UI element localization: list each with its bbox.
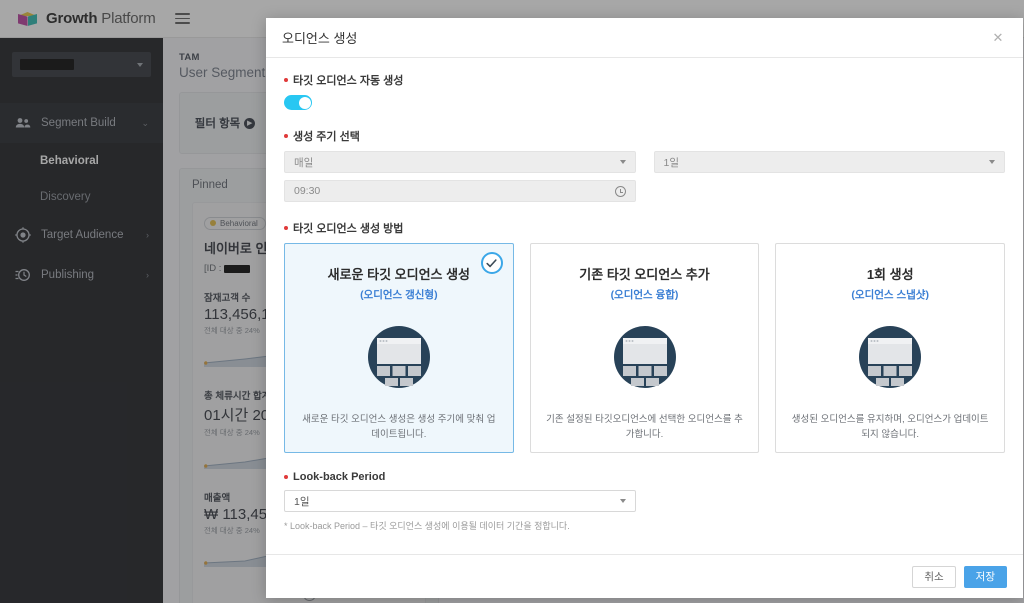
required-marker [284, 78, 288, 82]
method-card-subtitle: (오디언스 융합) [610, 289, 679, 301]
modal-footer: 취소 저장 [266, 554, 1023, 598]
method-card-description: 생성된 오디언스를 유지하며, 오디언스가 업데이트되지 않습니다. [791, 414, 989, 440]
modal-header: 오디언스 생성 ✕ [266, 18, 1023, 58]
lookback-spacer [654, 490, 1006, 532]
auto-create-label-row: 타깃 오디언스 자동 생성 [284, 72, 1005, 88]
cycle-row-1: 매일 1일 [284, 151, 1005, 173]
method-card-one-time[interactable]: 1회 생성 (오디언스 스냅샷) 생성된 오디언스를 유지하며, 오디언스가 업… [775, 243, 1006, 453]
method-label: 타깃 오디언스 생성 방법 [293, 223, 404, 235]
lookback-row: 1일 * Look-back Period – 타깃 오디언스 생성에 이용될 … [284, 490, 1005, 532]
lookback-section: Look-back Period 1일 * Look-back Period –… [284, 471, 1005, 532]
cycle-time-value: 09:30 [294, 185, 321, 197]
lookback-label-row: Look-back Period [284, 471, 1005, 483]
window-wireframe-icon [613, 326, 676, 388]
chevron-down-icon [619, 499, 626, 503]
lookback-value: 1일 [294, 495, 310, 508]
auto-create-label: 타깃 오디언스 자동 생성 [293, 75, 404, 87]
method-card-description: 기존 설정된 타깃오디언스에 선택한 오디언스를 추가합니다. [546, 414, 743, 440]
save-button[interactable]: 저장 [963, 565, 1007, 588]
method-section: 타깃 오디언스 생성 방법 새로운 타깃 오디언스 생성 (오디언스 갱신형) [284, 220, 1006, 453]
method-card-title: 새로운 타깃 오디언스 생성 [327, 267, 471, 282]
cycle-period-col: 매일 [284, 151, 636, 173]
chevron-down-icon [989, 160, 995, 164]
method-card-new-audience[interactable]: 새로운 타깃 오디언스 생성 (오디언스 갱신형) 새로운 타깃 오디언스 생성… [284, 243, 514, 453]
method-card-subtitle: (오디언스 갱신형) [360, 289, 438, 301]
app-root: Growth Platform Segment Build ⌄ Behavior… [0, 0, 1024, 603]
auto-create-section: 타깃 오디언스 자동 생성 [284, 72, 1005, 110]
cycle-section: 생성 주기 선택 매일 1일 09:30 [284, 128, 1005, 202]
cycle-label-row: 생성 주기 선택 [284, 128, 1005, 144]
cycle-time-col: 09:30 [284, 180, 636, 202]
cycle-time-input[interactable]: 09:30 [284, 180, 636, 202]
lookback-col: 1일 * Look-back Period – 타깃 오디언스 생성에 이용될 … [284, 490, 636, 532]
cycle-spacer [654, 180, 1006, 202]
audience-create-modal: 오디언스 생성 ✕ 타깃 오디언스 자동 생성 생성 주기 선택 매일 1일 0… [266, 18, 1023, 598]
cycle-period-select[interactable]: 매일 [284, 151, 636, 173]
required-marker [284, 475, 288, 479]
required-marker [284, 134, 288, 138]
auto-create-toggle[interactable] [284, 95, 312, 110]
cycle-row-2: 09:30 [284, 180, 1005, 202]
modal-body: 타깃 오디언스 자동 생성 생성 주기 선택 매일 1일 09:30 타깃 오디… [266, 58, 1023, 554]
cycle-period-value: 매일 [294, 156, 314, 169]
method-card-add-existing[interactable]: 기존 타깃 오디언스 추가 (오디언스 융합) 기존 설정된 타깃오디언스에 선… [529, 243, 760, 453]
lookback-hint: * Look-back Period – 타깃 오디언스 생성에 이용될 데이터… [284, 521, 570, 531]
cancel-button[interactable]: 취소 [912, 565, 956, 588]
cycle-interval-col: 1일 [653, 151, 1005, 173]
lookback-select[interactable]: 1일 [284, 490, 636, 512]
lookback-label: Look-back Period [293, 471, 386, 483]
clock-icon[interactable] [614, 185, 626, 197]
modal-title: 오디언스 생성 [282, 31, 358, 46]
cycle-interval-select[interactable]: 1일 [653, 151, 1005, 173]
method-card-title: 1회 생성 [866, 267, 914, 282]
method-label-row: 타깃 오디언스 생성 방법 [284, 220, 1005, 236]
cycle-label: 생성 주기 선택 [293, 131, 360, 143]
method-card-description: 새로운 타깃 오디언스 생성은 생성 주기에 맞춰 업데이트됩니다. [302, 414, 496, 440]
window-wireframe-icon [859, 326, 922, 388]
method-card-list: 새로운 타깃 오디언스 생성 (오디언스 갱신형) 새로운 타깃 오디언스 생성… [284, 243, 1006, 453]
required-marker [284, 226, 288, 230]
cycle-interval-value: 1일 [663, 156, 680, 169]
window-wireframe-icon [367, 326, 430, 388]
close-icon[interactable]: ✕ [989, 29, 1007, 47]
check-circle-icon [480, 252, 503, 274]
toggle-knob [298, 96, 311, 109]
method-card-title: 기존 타깃 오디언스 추가 [579, 267, 710, 282]
chevron-down-icon [619, 160, 626, 164]
method-card-subtitle: (오디언스 스냅샷) [851, 289, 929, 301]
